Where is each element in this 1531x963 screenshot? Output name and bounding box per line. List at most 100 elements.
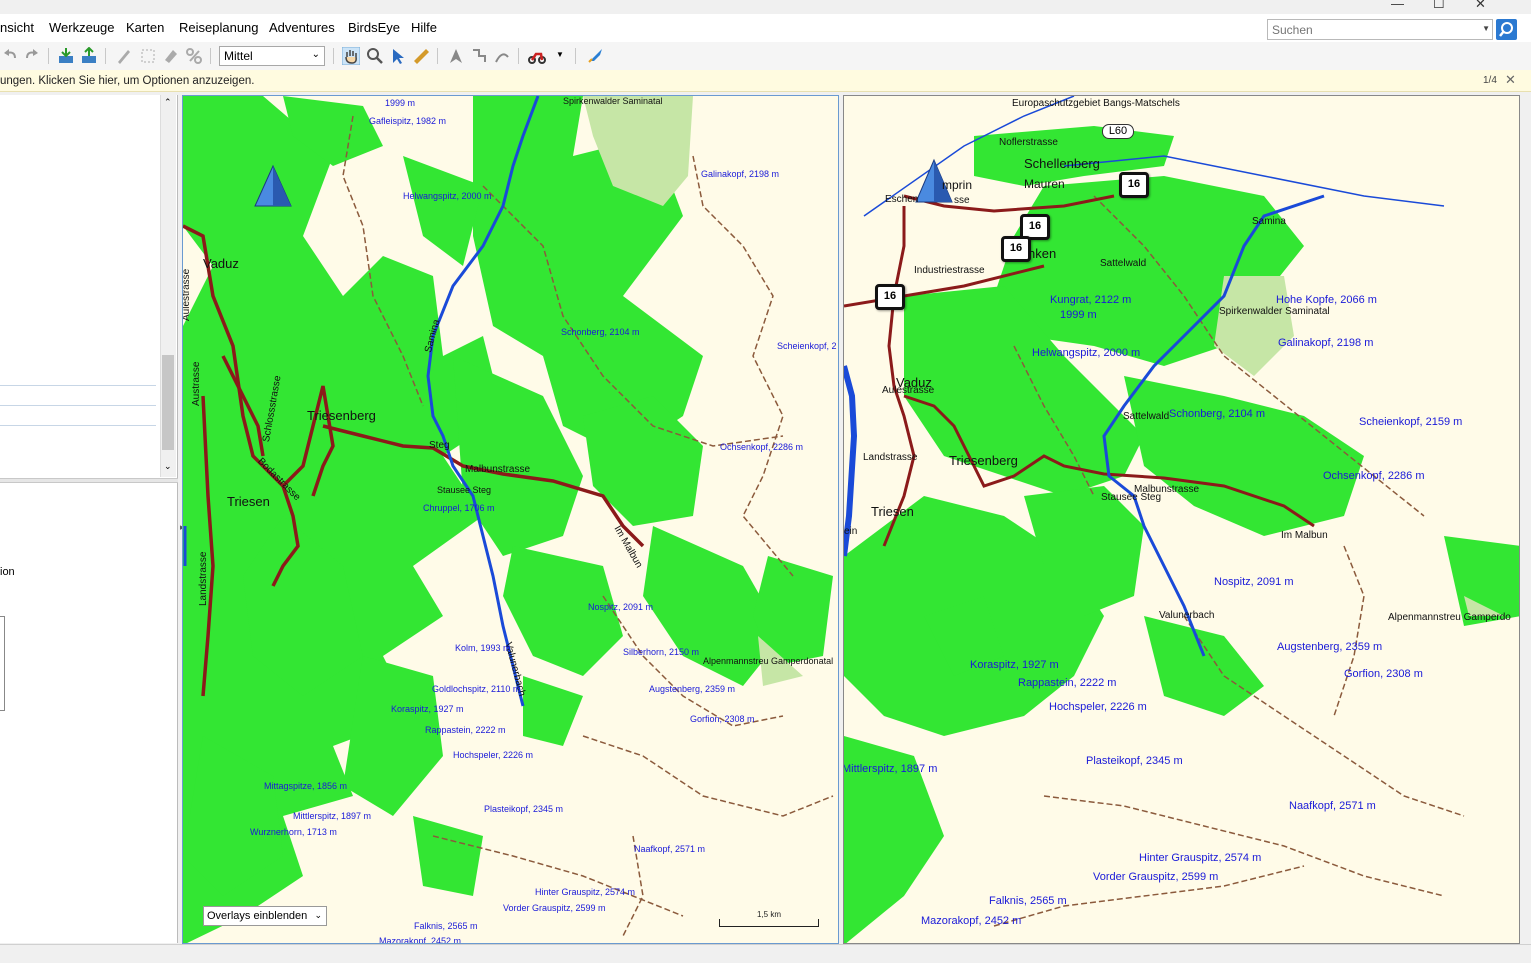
map-view-right[interactable]: Europaschutzgebiet Bangs-Matschels Schel… [843, 95, 1520, 944]
hand-tool-icon[interactable] [342, 47, 360, 65]
town-label: ein [844, 526, 858, 537]
edit-icon[interactable] [115, 47, 133, 65]
peak-label: Mittlerspitz, 1897 m [843, 763, 938, 775]
river-label: Samina [1252, 216, 1286, 227]
scroll-up-icon[interactable]: ⌃ [164, 97, 172, 108]
menu-reiseplanung[interactable]: Reiseplanung [179, 20, 259, 35]
menu-birdseye[interactable]: BirdsEye [348, 20, 400, 35]
town-label: Triesen [871, 504, 914, 519]
chevron-down-icon: ⌄ [314, 910, 322, 920]
select-tool-icon[interactable] [389, 47, 407, 65]
list-separator [0, 385, 156, 386]
forest-areas [183, 96, 833, 943]
search-dropdown-icon[interactable]: ▼ [1482, 24, 1490, 33]
map-view-left[interactable]: Vaduz Triesenberg Triesen Aulestrasse Au… [182, 95, 839, 944]
town-label: Schellenberg [1024, 156, 1100, 171]
profile-dropdown-icon[interactable]: ▼ [556, 50, 564, 59]
road-label: Im Malbun [1281, 530, 1328, 541]
menu-karten[interactable]: Karten [126, 20, 164, 35]
peak-label: Rappastein, 2222 m [425, 725, 506, 735]
info-bar-close-icon[interactable]: ✕ [1505, 72, 1516, 88]
peak-label: Mazorakopf, 2452 m [921, 915, 1022, 927]
route-tool-icon[interactable] [470, 47, 488, 65]
peak-label: Ochsenkopf, 2286 m [1323, 470, 1425, 482]
search-button[interactable] [1496, 19, 1517, 40]
left-panel-label: ion [0, 566, 15, 578]
track-tool-icon[interactable] [493, 47, 511, 65]
menu-werkzeuge[interactable]: Werkzeuge [49, 20, 115, 35]
send-to-device-icon[interactable] [80, 47, 98, 65]
area-label: Europaschutzgebiet Bangs-Matschels [1012, 98, 1180, 109]
road-label: Industriestrasse [914, 265, 985, 276]
left-panel-scroll-thumb[interactable] [162, 355, 174, 450]
place-label: Sattelwald [1100, 258, 1147, 269]
motorcycle-profile-icon[interactable] [528, 47, 546, 65]
split-icon[interactable] [185, 47, 203, 65]
scroll-down-icon[interactable]: ⌄ [164, 461, 172, 472]
peak-label: Chruppel, 1706 m [423, 503, 495, 513]
status-bar [0, 944, 1531, 963]
road-shield-16: 16 [1119, 172, 1149, 198]
area-label: Spirkenwalder Saminatal [563, 96, 663, 106]
list-separator [0, 425, 156, 426]
peak-label: Vorder Grauspitz, 2599 m [1093, 871, 1219, 883]
peak-label: Wurznerhorn, 1713 m [250, 827, 337, 837]
forest-areas [844, 126, 1519, 943]
peak-label: Hochspeler, 2226 m [453, 750, 534, 760]
peak-label: Helwangspitz, 2000 m [403, 191, 492, 201]
menu-adventures[interactable]: Adventures [269, 20, 335, 35]
peak-label: Ochsenkopf, 2286 m [720, 442, 804, 452]
peak-label: Galinakopf, 2198 m [1278, 337, 1374, 349]
rocket-icon[interactable] [586, 47, 604, 65]
overlays-select[interactable]: Overlays einblenden ⌄ [203, 906, 327, 926]
left-panel-splitter[interactable] [0, 478, 178, 483]
redo-icon[interactable] [22, 47, 40, 65]
town-label: mprin [942, 178, 973, 192]
peak-label: Hochspeler, 2226 m [1049, 701, 1147, 713]
road-label: Landstrasse [198, 551, 209, 606]
zoom-level-select[interactable]: Mittel ⌄ [219, 46, 325, 66]
peak-label: Gafleispitz, 1982 m [369, 116, 447, 126]
peak-label: Gorfion, 2308 m [1344, 668, 1423, 680]
search-input[interactable] [1268, 20, 1468, 39]
peak-label: Rappastein, 2222 m [1018, 677, 1117, 689]
menu-hilfe[interactable]: Hilfe [411, 20, 437, 35]
peak-label: Scheienkopf, 2159 m [1359, 416, 1463, 428]
peak-label: Hohe Kopfe, 2066 m [1276, 294, 1377, 306]
measure-tool-icon[interactable] [412, 47, 430, 65]
undo-icon[interactable] [2, 47, 20, 65]
peak-label: Kolm, 1993 m [455, 643, 511, 653]
info-bar-message[interactable]: ungen. Klicken Sie hier, um Optionen anz… [0, 75, 254, 87]
info-bar[interactable]: ungen. Klicken Sie hier, um Optionen anz… [0, 70, 1531, 92]
peak-label: Falknis, 2565 m [989, 895, 1067, 907]
left-panel-box [0, 616, 5, 711]
search-field[interactable]: ▼ [1267, 19, 1493, 40]
road-label: Noflerstrasse [999, 137, 1058, 148]
menu-ansicht[interactable]: nsicht [0, 20, 34, 35]
peak-label: Falknis, 2565 m [414, 921, 478, 931]
peak-label: Naafkopf, 2571 m [1289, 800, 1376, 812]
peak-label: Mittagspitze, 1856 m [264, 781, 348, 791]
peak-label: Koraspitz, 1927 m [970, 659, 1059, 671]
road-shield-l60: L60 [1102, 124, 1134, 139]
zoom-level-value: Mittel [224, 49, 253, 63]
window-controls: — ☐ ✕ [1381, 0, 1531, 14]
town-label: Triesen [227, 494, 270, 509]
waypoint-tool-icon[interactable] [447, 47, 465, 65]
minimize-button[interactable]: — [1391, 0, 1404, 11]
zoom-tool-icon[interactable] [366, 47, 384, 65]
river-label: Valunerbach [1159, 610, 1215, 621]
receive-from-device-icon[interactable] [57, 47, 75, 65]
maximize-button[interactable]: ☐ [1433, 0, 1445, 12]
close-window-button[interactable]: ✕ [1475, 0, 1486, 12]
peak-label: Augstenberg, 2359 m [649, 684, 736, 694]
peak-label: Schonberg, 2104 m [561, 327, 640, 337]
road-label: Austrasse [191, 361, 202, 406]
eraser-icon[interactable] [162, 47, 180, 65]
road-label: sse [954, 195, 970, 206]
map-scale-bar [719, 919, 819, 927]
peak-label: 1999 m [385, 98, 416, 108]
peak-label: Vorder Grauspitz, 2599 m [503, 903, 606, 913]
select-area-icon[interactable] [139, 47, 157, 65]
town-label: Triesenberg [307, 408, 376, 423]
